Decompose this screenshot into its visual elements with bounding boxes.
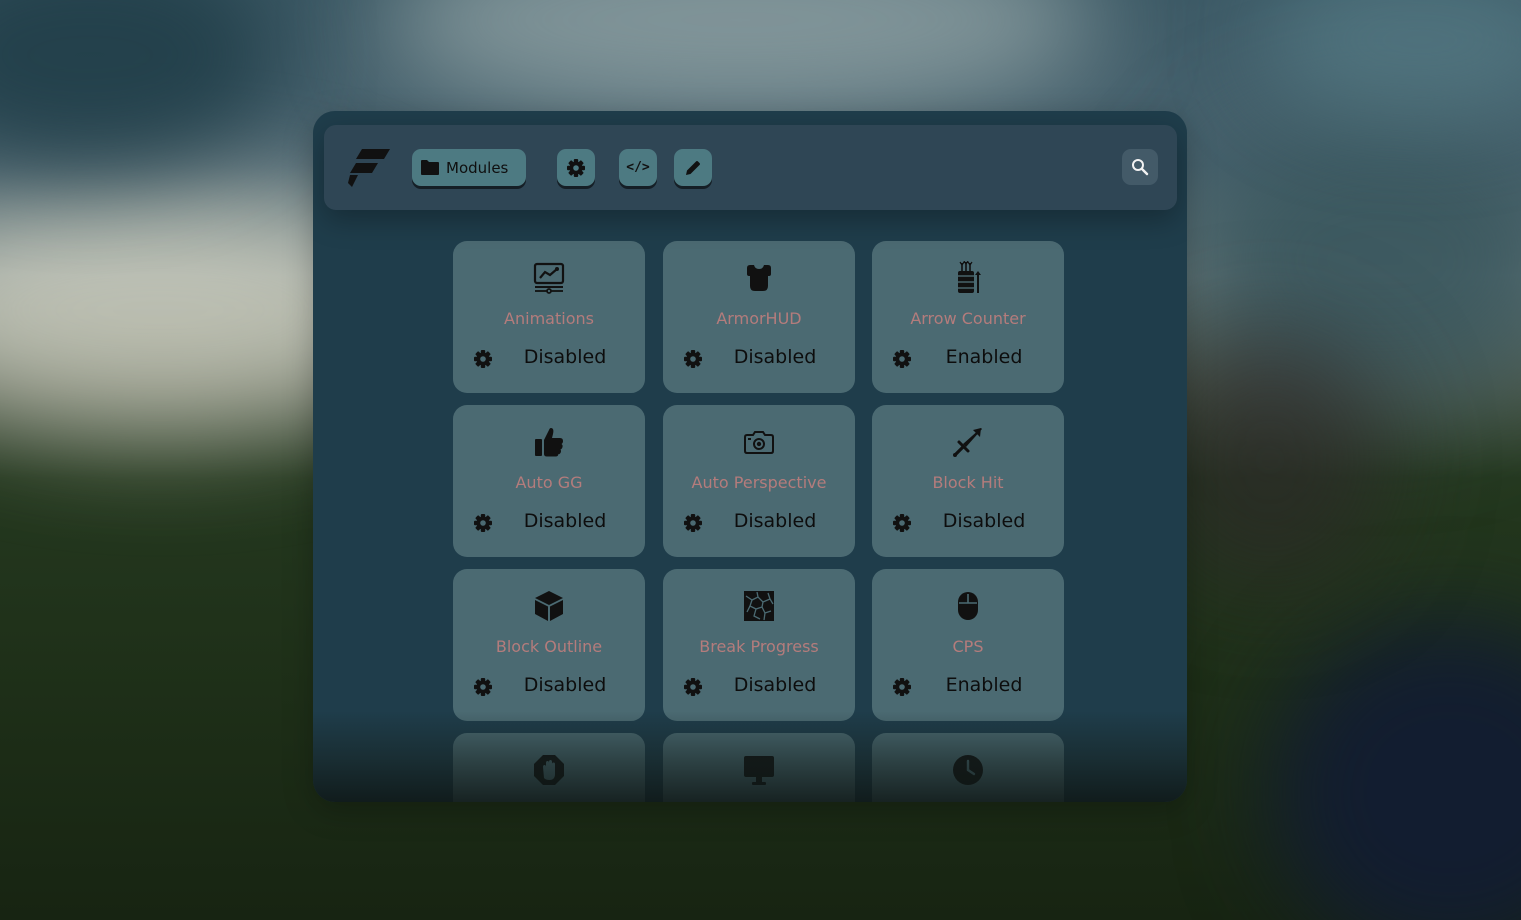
module-card-auto-perspective[interactable]: Auto Perspective Disabled: [663, 405, 855, 557]
module-status-toggle[interactable]: Enabled: [922, 674, 1046, 696]
module-name: ArmorHUD: [716, 309, 802, 328]
module-status-toggle[interactable]: Enabled: [922, 346, 1046, 368]
module-status-toggle[interactable]: Disabled: [503, 346, 627, 368]
module-card-cps[interactable]: CPS Enabled: [872, 569, 1064, 721]
modules-tab-label: Modules: [446, 158, 509, 177]
module-card-armorhud[interactable]: ArmorHUD Disabled: [663, 241, 855, 393]
module-name: Block Outline: [495, 637, 603, 656]
cube-icon: [535, 591, 563, 621]
top-bar: Modules </>: [324, 125, 1177, 210]
module-card[interactable]: [453, 733, 645, 802]
gear-icon: [567, 158, 585, 177]
code-icon: </>: [626, 160, 650, 175]
module-card-animations[interactable]: Animations Disabled: [453, 241, 645, 393]
module-status-toggle[interactable]: Disabled: [713, 346, 837, 368]
module-card-block-outline[interactable]: Block Outline Disabled: [453, 569, 645, 721]
module-card-arrow-counter[interactable]: Arrow Counter Enabled: [872, 241, 1064, 393]
module-card-break-progress[interactable]: Break Progress Disabled: [663, 569, 855, 721]
modules-tab[interactable]: Modules: [412, 149, 526, 186]
module-settings-gear-icon[interactable]: [473, 677, 493, 697]
chestplate-icon: [747, 265, 771, 291]
module-name: Arrow Counter: [910, 309, 1026, 328]
settings-tab[interactable]: [557, 149, 595, 186]
sword-icon: [953, 428, 982, 457]
module-settings-gear-icon[interactable]: [892, 677, 912, 697]
module-name: CPS: [952, 637, 984, 656]
module-status-toggle[interactable]: Disabled: [922, 510, 1046, 532]
monitor-chart-icon: [533, 262, 565, 294]
module-card-block-hit[interactable]: Block Hit Disabled: [872, 405, 1064, 557]
module-settings-gear-icon[interactable]: [683, 513, 703, 533]
hand-stop-icon: [534, 755, 564, 785]
monitor-icon: [744, 756, 774, 785]
thumbs-up-icon: [535, 428, 563, 457]
module-settings-gear-icon[interactable]: [473, 349, 493, 369]
search-button[interactable]: [1122, 149, 1158, 185]
module-settings-gear-icon[interactable]: [683, 677, 703, 697]
module-name: Auto Perspective: [691, 473, 827, 492]
mouse-icon: [958, 592, 978, 620]
camera-icon: [744, 431, 774, 454]
module-status-toggle[interactable]: Disabled: [713, 510, 837, 532]
cracked-block-icon: [744, 591, 774, 621]
module-name: Block Hit: [932, 473, 1004, 492]
module-name: Break Progress: [699, 637, 819, 656]
module-card[interactable]: [663, 733, 855, 802]
module-card[interactable]: [872, 733, 1064, 802]
scripts-tab[interactable]: </>: [619, 149, 657, 186]
module-name: Auto GG: [515, 473, 583, 492]
clock-icon: [953, 755, 983, 785]
module-status-toggle[interactable]: Disabled: [713, 674, 837, 696]
mod-menu-panel: Modules </> Animations Disabled ArmorHUD…: [313, 111, 1187, 802]
module-settings-gear-icon[interactable]: [683, 349, 703, 369]
search-icon: [1132, 159, 1149, 176]
module-status-toggle[interactable]: Disabled: [503, 674, 627, 696]
module-status-toggle[interactable]: Disabled: [503, 510, 627, 532]
logo-icon: [348, 149, 390, 187]
folder-icon: [421, 160, 439, 175]
module-card-auto-gg[interactable]: Auto GG Disabled: [453, 405, 645, 557]
module-settings-gear-icon[interactable]: [473, 513, 493, 533]
module-settings-gear-icon[interactable]: [892, 349, 912, 369]
module-name: Animations: [504, 309, 594, 328]
module-settings-gear-icon[interactable]: [892, 513, 912, 533]
pencil-icon: [686, 160, 700, 175]
quiver-icon: [958, 261, 981, 293]
editor-tab[interactable]: [674, 149, 712, 186]
